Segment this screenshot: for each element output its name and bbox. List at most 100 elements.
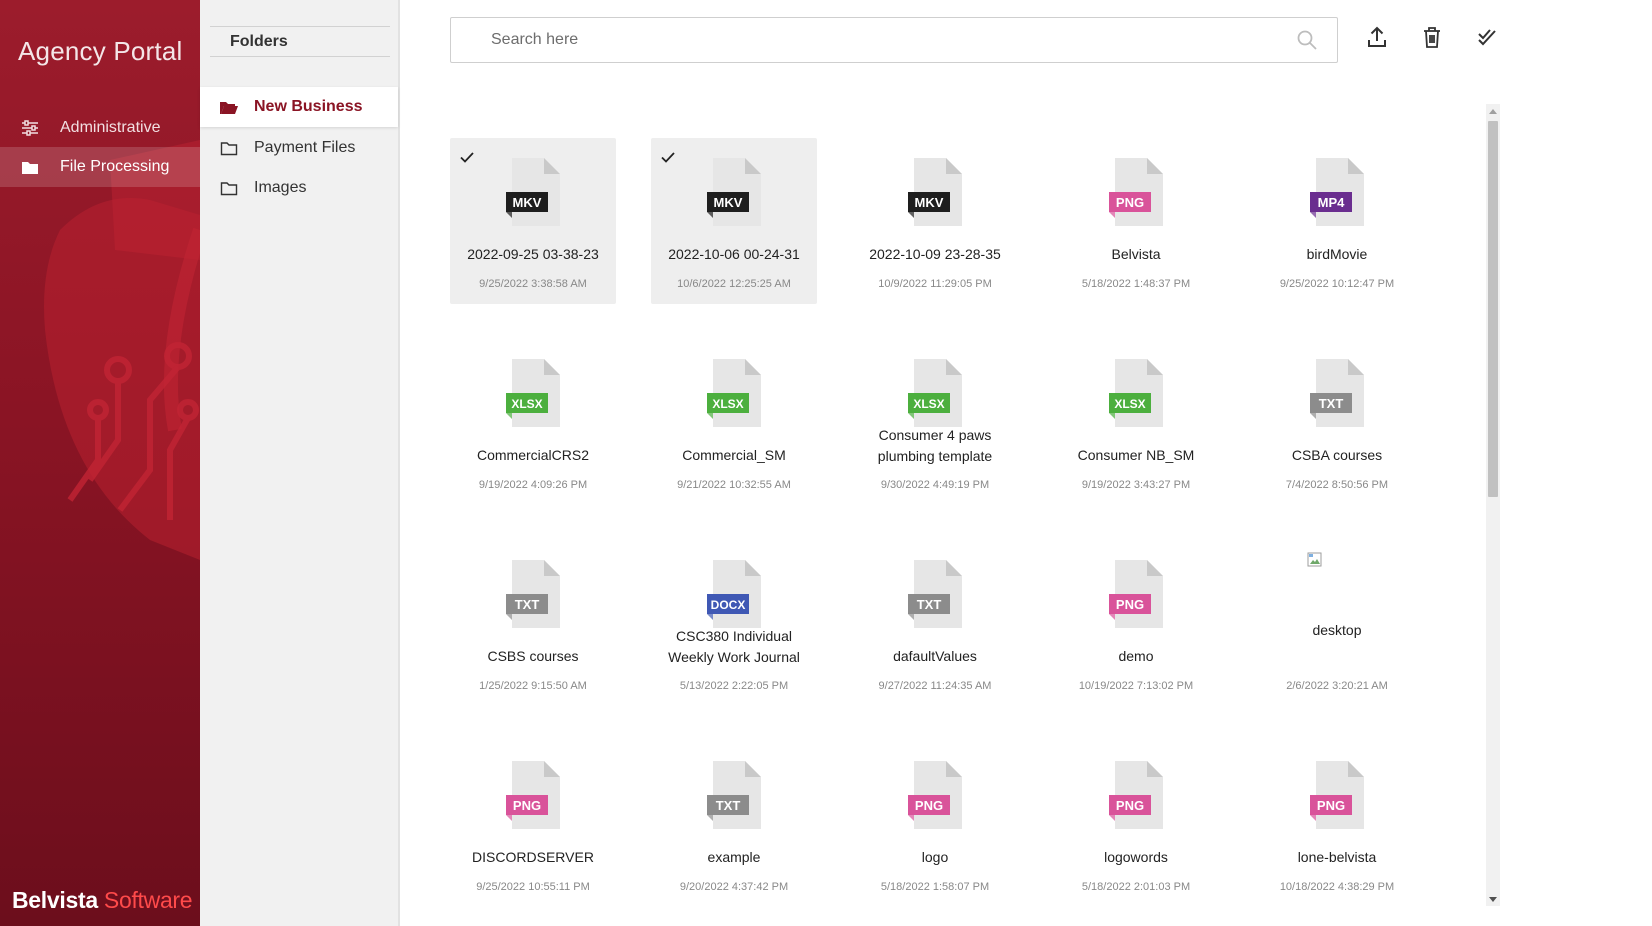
main-area: MKV 2022-09-25 03-38-23 9/25/2022 3:38:58 … bbox=[400, 0, 1652, 926]
file-date: 9/30/2022 4:49:19 PM bbox=[880, 479, 990, 491]
brand-logo-word1: Belvista bbox=[12, 887, 98, 913]
file-name: 2022-09-25 03-38-23 bbox=[467, 246, 599, 262]
folder-icon bbox=[200, 141, 254, 156]
upload-button[interactable] bbox=[1362, 24, 1392, 54]
file-type-label: PNG bbox=[1317, 798, 1345, 813]
file-date: 5/18/2022 2:01:03 PM bbox=[1081, 881, 1191, 893]
file-type-label: XLSX bbox=[913, 397, 944, 411]
nav-item-file-processing[interactable]: File Processing bbox=[0, 147, 200, 187]
file-date: 2/6/2022 3:20:21 AM bbox=[1286, 680, 1388, 692]
file-type-label: PNG bbox=[1116, 798, 1144, 813]
file-tile[interactable]: PNG lone-belvista 10/18/2022 4:38:29 PM bbox=[1254, 741, 1420, 907]
folder-label: Payment Files bbox=[254, 139, 356, 156]
file-tile[interactable]: XLSX Commercial_SM 9/21/2022 10:32:55 AM bbox=[651, 339, 817, 505]
nav-item-administrative[interactable]: Administrative bbox=[0, 108, 200, 148]
file-tile[interactable]: PNG logowords 5/18/2022 2:01:03 PM bbox=[1053, 741, 1219, 907]
mkv-file-icon: MKV bbox=[906, 158, 964, 226]
file-type-label: XLSX bbox=[712, 397, 743, 411]
png-file-icon: PNG bbox=[504, 761, 562, 829]
file-type-label: PNG bbox=[915, 798, 943, 813]
file-tile[interactable]: MKV 2022-09-25 03-38-23 9/25/2022 3:38:58 … bbox=[450, 138, 616, 304]
file-date: 5/18/2022 1:48:37 PM bbox=[1081, 278, 1191, 290]
search-input[interactable] bbox=[451, 31, 1277, 49]
file-date: 10/19/2022 7:13:02 PM bbox=[1078, 680, 1194, 692]
file-date: 9/25/2022 10:12:47 PM bbox=[1279, 278, 1395, 290]
file-date: 5/18/2022 1:58:07 PM bbox=[880, 881, 990, 893]
folder-item-payment-files[interactable]: Payment Files bbox=[200, 128, 398, 168]
txt-file-icon: TXT bbox=[906, 560, 964, 628]
file-name: logo bbox=[921, 849, 949, 865]
file-date: 9/27/2022 11:24:35 AM bbox=[878, 680, 992, 692]
file-tile[interactable]: TXT CSBA courses 7/4/2022 8:50:56 PM bbox=[1254, 339, 1420, 505]
xlsx-file-icon: XLSX bbox=[504, 359, 562, 427]
app-title: Agency Portal bbox=[18, 36, 183, 66]
xlsx-file-icon: XLSX bbox=[1107, 359, 1165, 427]
file-tile[interactable]: PNG Belvista 5/18/2022 1:48:37 PM bbox=[1053, 138, 1219, 304]
scrollbar[interactable] bbox=[1486, 104, 1500, 906]
file-type-label: MKV bbox=[513, 195, 542, 210]
xlsx-file-icon: XLSX bbox=[705, 359, 763, 427]
folder-item-images[interactable]: Images bbox=[200, 168, 398, 208]
file-name: CSC380 Individual Weekly Work Journal bbox=[668, 628, 800, 665]
png-file-icon: PNG bbox=[906, 761, 964, 829]
file-date: 5/13/2022 2:22:05 PM bbox=[679, 680, 789, 692]
file-name: CSBA courses bbox=[1291, 447, 1383, 463]
brand-sidebar: Agency Portal Administrative File Proces… bbox=[0, 0, 200, 926]
file-name: logowords bbox=[1104, 849, 1168, 865]
file-tile[interactable]: MKV 2022-10-06 00-24-31 10/6/2022 12:25:25… bbox=[651, 138, 817, 304]
file-tile[interactable]: TXT dafaultValues 9/27/2022 11:24:35 AM bbox=[852, 540, 1018, 706]
png-file-icon: PNG bbox=[1107, 761, 1165, 829]
file-tile[interactable]: XLSX CommercialCRS2 9/19/2022 4:09:26 PM bbox=[450, 339, 616, 505]
file-tile[interactable]: desktop 2/6/2022 3:20:21 AM bbox=[1254, 540, 1420, 706]
file-date: 10/9/2022 11:29:05 PM bbox=[878, 278, 992, 290]
file-tile[interactable]: PNG logo 5/18/2022 1:58:07 PM bbox=[852, 741, 1018, 907]
file-tile[interactable]: XLSX Consumer 4 paws plumbing template 9/3… bbox=[852, 339, 1018, 505]
file-date: 1/25/2022 9:15:50 AM bbox=[479, 680, 587, 692]
file-name: 2022-10-06 00-24-31 bbox=[668, 246, 800, 262]
file-tile[interactable]: XLSX Consumer NB_SM 9/19/2022 3:43:27 PM bbox=[1053, 339, 1219, 505]
file-tile[interactable]: TXT example 9/20/2022 4:37:42 PM bbox=[651, 741, 817, 907]
file-type-label: PNG bbox=[1116, 195, 1144, 210]
file-name: example bbox=[707, 849, 761, 865]
txt-file-icon: TXT bbox=[504, 560, 562, 628]
select-all-button[interactable] bbox=[1472, 24, 1502, 54]
file-date: 9/19/2022 4:09:26 PM bbox=[478, 479, 588, 491]
txt-file-icon: TXT bbox=[1308, 359, 1366, 427]
scroll-up-arrow[interactable] bbox=[1486, 104, 1500, 118]
check-icon bbox=[661, 150, 675, 168]
file-tile[interactable]: PNG DISCORDSERVER 9/25/2022 10:55:11 PM bbox=[450, 741, 616, 907]
file-name: CommercialCRS2 bbox=[476, 447, 590, 463]
folder-label: New Business bbox=[254, 98, 363, 115]
scroll-thumb[interactable] bbox=[1488, 121, 1498, 497]
delete-button[interactable] bbox=[1417, 24, 1447, 54]
file-tile[interactable]: TXT CSBS courses 1/25/2022 9:15:50 AM bbox=[450, 540, 616, 706]
scroll-down-arrow[interactable] bbox=[1486, 892, 1500, 906]
folder-open-icon bbox=[200, 100, 254, 115]
folders-header: Folders bbox=[210, 26, 390, 57]
file-name: demo bbox=[1118, 648, 1154, 664]
file-type-label: DOCX bbox=[711, 598, 746, 612]
file-tile[interactable]: PNG demo 10/19/2022 7:13:02 PM bbox=[1053, 540, 1219, 706]
file-grid: MKV 2022-09-25 03-38-23 9/25/2022 3:38:58 … bbox=[450, 138, 1450, 908]
file-name: Commercial_SM bbox=[682, 447, 786, 463]
folder-icon bbox=[0, 160, 60, 175]
file-tile[interactable]: MKV 2022-10-09 23-28-35 10/9/2022 11:29:05… bbox=[852, 138, 1018, 304]
nav-label-file-processing: File Processing bbox=[60, 158, 170, 175]
file-tile[interactable]: DOCX CSC380 Individual Weekly Work Journa… bbox=[651, 540, 817, 706]
file-tile[interactable]: MP4 birdMovie 9/25/2022 10:12:47 PM bbox=[1254, 138, 1420, 304]
file-type-label: MP4 bbox=[1318, 195, 1346, 210]
folder-icon bbox=[200, 181, 254, 196]
txt-file-icon: TXT bbox=[705, 761, 763, 829]
file-date: 9/20/2022 4:37:42 PM bbox=[679, 881, 789, 893]
folder-item-new-business[interactable]: New Business bbox=[200, 87, 398, 127]
brand-logo: Belvista Software bbox=[12, 887, 193, 914]
file-date: 9/21/2022 10:32:55 AM bbox=[677, 479, 791, 491]
trash-icon bbox=[1423, 26, 1441, 53]
file-date: 9/25/2022 3:38:58 AM bbox=[479, 278, 587, 290]
search-icon[interactable] bbox=[1277, 30, 1337, 50]
file-name: lone-belvista bbox=[1297, 849, 1377, 865]
brand-logo-word2: Software bbox=[103, 887, 193, 913]
file-date: 9/25/2022 10:55:11 PM bbox=[476, 881, 590, 893]
mkv-file-icon: MKV bbox=[504, 158, 562, 226]
file-name: DISCORDSERVER bbox=[472, 849, 594, 865]
